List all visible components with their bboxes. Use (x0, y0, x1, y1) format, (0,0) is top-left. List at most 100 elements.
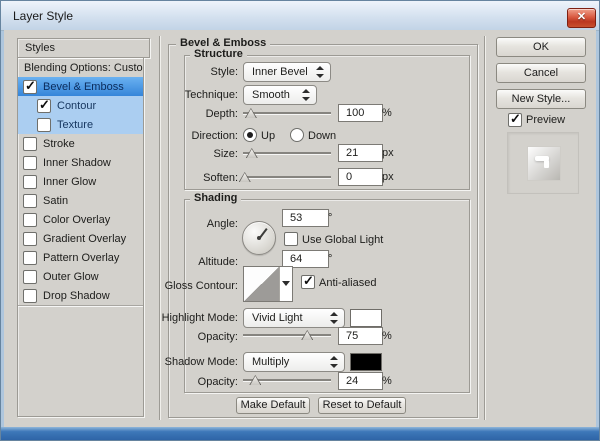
reset-to-default-button[interactable]: Reset to Default (318, 397, 406, 414)
sidebar-item-satin[interactable]: Satin (18, 191, 143, 210)
style-checkbox[interactable] (23, 136, 37, 151)
sidebar-item-stroke[interactable]: Stroke (18, 134, 143, 153)
sidebar-item-label: Texture (57, 118, 94, 131)
sidebar-item-label: Color Overlay (43, 213, 111, 226)
sidebar-item-label: Gradient Overlay (43, 232, 127, 245)
style-checkbox-checked[interactable]: ✓ (37, 96, 51, 113)
dropdown-arrows-icon (302, 88, 310, 102)
slider-track[interactable] (243, 334, 331, 336)
style-checkbox[interactable] (23, 269, 37, 284)
highlight-mode-label: Highlight Mode: (161, 312, 238, 324)
angle-unit: ° (328, 212, 333, 224)
highlight-opacity-slider[interactable] (243, 330, 331, 340)
shadow-opacity-label: Opacity: (197, 376, 238, 388)
style-checkbox[interactable] (23, 155, 37, 170)
style-dropdown[interactable]: Inner Bevel (243, 62, 331, 82)
depth-slider[interactable] (243, 108, 331, 118)
make-default-button[interactable]: Make Default (236, 397, 310, 414)
slider-track[interactable] (243, 176, 331, 178)
style-checkbox[interactable] (23, 250, 37, 265)
sidebar-item-label: Outer Glow (43, 270, 99, 283)
direction-up-radio[interactable] (243, 128, 257, 142)
slider-track[interactable] (243, 152, 331, 154)
anti-aliased-checkbox[interactable]: ✓ (301, 273, 315, 289)
vertical-divider (484, 36, 486, 420)
soften-slider[interactable] (238, 172, 331, 182)
close-icon: ✕ (576, 11, 587, 23)
sidebar-item-inner-glow[interactable]: Inner Glow (18, 172, 143, 191)
highlight-mode-dropdown[interactable]: Vivid Light (243, 308, 345, 328)
check-icon: ✓ (25, 77, 36, 93)
list-divider (18, 305, 143, 306)
close-button[interactable]: ✕ (567, 8, 596, 28)
layer-preview-thumbnail (527, 146, 561, 181)
style-checkbox[interactable] (23, 193, 37, 208)
soften-input[interactable]: 0 (338, 168, 383, 186)
size-slider[interactable] (243, 148, 331, 158)
sidebar-item-label: Contour (57, 99, 97, 112)
style-checkbox[interactable] (23, 174, 37, 189)
sidebar-item-label: Blending Options: Custom (24, 61, 144, 74)
shading-title: Shading (190, 192, 242, 205)
sidebar-item-bevel-emboss[interactable]: ✓ Bevel & Emboss (18, 77, 143, 96)
size-unit: px (382, 147, 394, 159)
highlight-color-swatch[interactable] (350, 309, 382, 327)
style-checkbox[interactable] (23, 288, 37, 303)
shadow-color-swatch[interactable] (350, 353, 382, 371)
sidebar-item-texture[interactable]: Texture (18, 115, 143, 134)
use-global-light-checkbox[interactable] (284, 232, 298, 246)
title-bar[interactable]: Layer Style ✕ (1, 1, 599, 31)
shadow-mode-label: Shadow Mode: (164, 356, 238, 368)
angle-dial[interactable] (242, 221, 276, 255)
cancel-button[interactable]: Cancel (496, 63, 586, 83)
structure-title: Structure (190, 48, 247, 61)
sidebar-item-inner-shadow[interactable]: Inner Shadow (18, 153, 143, 172)
depth-input[interactable]: 100 (338, 104, 383, 122)
shadow-opacity-slider[interactable] (243, 375, 331, 385)
style-checkbox-checked[interactable]: ✓ (23, 77, 37, 94)
depth-label: Depth: (205, 108, 238, 120)
highlight-opacity-unit: % (382, 330, 392, 342)
direction-down-label: Down (308, 130, 337, 142)
check-icon: ✓ (303, 273, 314, 288)
sidebar-item-label: Stroke (43, 137, 75, 150)
ok-button[interactable]: OK (496, 37, 586, 57)
dropdown-arrows-icon (330, 311, 338, 325)
preview-panel (507, 132, 579, 194)
angle-input[interactable]: 53 (282, 209, 329, 227)
dropdown-arrows-icon (330, 355, 338, 369)
check-icon: ✓ (39, 96, 50, 112)
shadow-mode-dropdown[interactable]: Multiply (243, 352, 345, 372)
direction-down-radio[interactable] (290, 128, 304, 142)
shadow-opacity-input[interactable]: 24 (338, 372, 383, 390)
window-title: Layer Style (13, 9, 74, 23)
sidebar-item-label: Drop Shadow (43, 289, 110, 302)
shadow-mode-value: Multiply (252, 356, 290, 368)
depth-unit: % (382, 107, 392, 119)
sidebar-item-drop-shadow[interactable]: Drop Shadow (18, 286, 143, 305)
new-style-button[interactable]: New Style... (496, 89, 586, 109)
highlight-mode-value: Vivid Light (252, 312, 303, 324)
sidebar-item-pattern-overlay[interactable]: Pattern Overlay (18, 248, 143, 267)
slider-track[interactable] (243, 112, 331, 114)
angle-label: Angle: (206, 218, 238, 230)
style-checkbox[interactable] (37, 117, 51, 132)
direction-label: Direction: (191, 130, 238, 142)
technique-dropdown[interactable]: Smooth (243, 85, 317, 105)
gloss-contour-picker[interactable] (243, 266, 293, 302)
sidebar-item-blending-options[interactable]: Blending Options: Custom (18, 58, 143, 77)
sidebar-item-color-overlay[interactable]: Color Overlay (18, 210, 143, 229)
technique-label: Technique: (184, 89, 238, 101)
sidebar-item-label: Pattern Overlay (43, 251, 120, 264)
chevron-down-icon (282, 281, 290, 286)
highlight-opacity-input[interactable]: 75 (338, 327, 383, 345)
style-checkbox[interactable] (23, 231, 37, 246)
window-bottom-border (1, 427, 599, 440)
sidebar-item-gradient-overlay[interactable]: Gradient Overlay (18, 229, 143, 248)
preview-checkbox[interactable]: ✓ (508, 111, 522, 127)
style-checkbox[interactable] (23, 212, 37, 227)
highlight-opacity-label: Opacity: (197, 331, 238, 343)
sidebar-item-contour[interactable]: ✓ Contour (18, 96, 143, 115)
sidebar-item-outer-glow[interactable]: Outer Glow (18, 267, 143, 286)
size-input[interactable]: 21 (338, 144, 383, 162)
